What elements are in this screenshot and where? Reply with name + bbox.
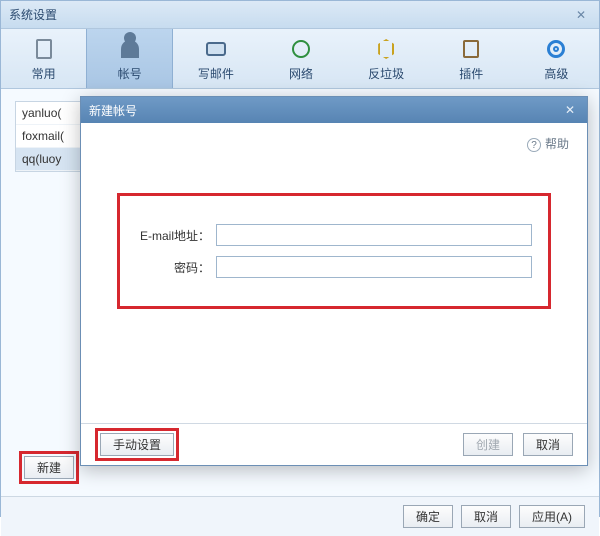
tab-advanced-label: 高级	[514, 65, 599, 82]
password-input[interactable]	[216, 256, 532, 278]
dialog-cancel-button[interactable]: 取消	[523, 433, 573, 456]
account-icon	[116, 37, 144, 61]
tab-account[interactable]: 帐号	[86, 29, 173, 88]
globe-icon	[287, 37, 315, 61]
tab-plugin-label: 插件	[429, 65, 514, 82]
email-input[interactable]	[216, 224, 532, 246]
close-icon[interactable]: ✕	[571, 8, 591, 22]
password-field-row: 密码：	[130, 256, 532, 278]
create-button[interactable]: 创建	[463, 433, 513, 456]
tab-network[interactable]: 网络	[258, 29, 343, 88]
tab-antispam-label: 反垃圾	[344, 65, 429, 82]
tab-advanced[interactable]: 高级	[514, 29, 599, 88]
main-footer: 确定 取消 应用(A)	[1, 496, 599, 536]
help-label: 帮助	[545, 137, 569, 151]
toolbar: 常用 帐号 写邮件 网络 反垃圾 插件 高级	[1, 29, 599, 89]
gear-icon	[542, 37, 570, 61]
help-link[interactable]: ? 帮助	[527, 135, 569, 152]
tab-account-label: 帐号	[87, 65, 172, 82]
form-highlight: E-mail地址： 密码：	[117, 193, 551, 309]
tab-compose-label: 写邮件	[173, 65, 258, 82]
dialog-title: 新建帐号	[89, 102, 561, 119]
tab-common[interactable]: 常用	[1, 29, 86, 88]
tab-common-label: 常用	[1, 65, 86, 82]
close-icon[interactable]: ✕	[561, 103, 579, 117]
password-label: 密码：	[130, 259, 216, 276]
new-button[interactable]: 新建	[24, 456, 74, 479]
email-field-row: E-mail地址：	[130, 224, 532, 246]
manual-button-highlight: 手动设置	[95, 428, 179, 461]
dialog-body: ? 帮助 E-mail地址： 密码：	[81, 123, 587, 423]
compose-icon	[202, 37, 230, 61]
common-icon	[30, 37, 58, 61]
dialog-footer: 手动设置 创建 取消	[81, 423, 587, 465]
new-button-highlight: 新建	[19, 451, 79, 484]
shield-icon	[372, 37, 400, 61]
new-account-dialog: 新建帐号 ✕ ? 帮助 E-mail地址： 密码： 手动设置 创建 取消	[80, 96, 588, 466]
email-label: E-mail地址：	[130, 227, 216, 244]
plugin-icon	[457, 37, 485, 61]
tab-antispam[interactable]: 反垃圾	[344, 29, 429, 88]
dialog-titlebar: 新建帐号 ✕	[81, 97, 587, 123]
tab-compose[interactable]: 写邮件	[173, 29, 258, 88]
tab-network-label: 网络	[258, 65, 343, 82]
manual-setup-button[interactable]: 手动设置	[100, 433, 174, 456]
help-icon: ?	[527, 138, 541, 152]
tab-plugin[interactable]: 插件	[429, 29, 514, 88]
window-title: 系统设置	[9, 6, 571, 23]
titlebar: 系统设置 ✕	[1, 1, 599, 29]
